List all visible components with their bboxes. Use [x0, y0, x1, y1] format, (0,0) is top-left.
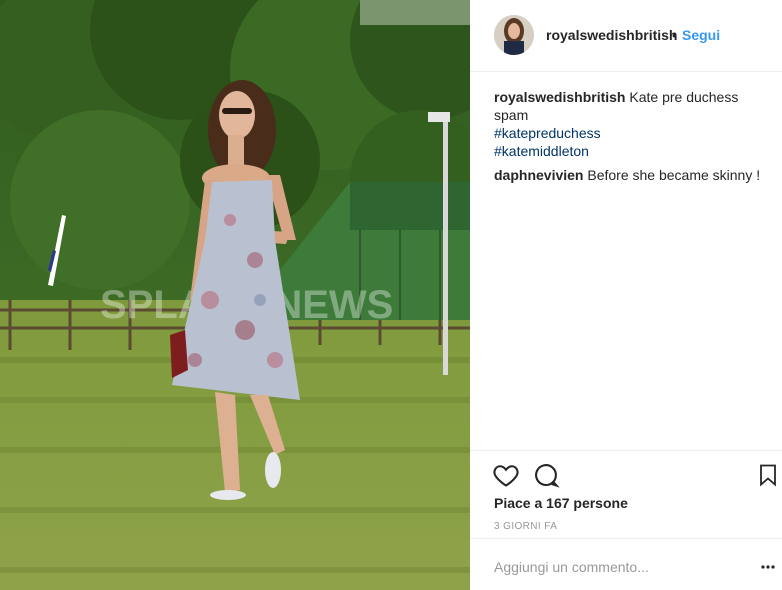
comment-item: daphnevivien Before she became skinny !	[494, 166, 770, 184]
post-username[interactable]: royalswedishbritish	[546, 27, 677, 43]
comment-input[interactable]	[494, 557, 734, 577]
hashtag-link[interactable]: #katepreduchess	[494, 124, 770, 142]
comment-bubble-icon[interactable]	[532, 461, 560, 489]
heart-icon[interactable]	[492, 461, 520, 489]
comment-username[interactable]: daphnevivien	[494, 167, 583, 183]
photo-image: SPLASH NEWS	[0, 0, 470, 590]
post-header: royalswedishbritish • Segui	[470, 0, 782, 72]
more-options-icon[interactable]	[760, 559, 776, 575]
post-photo[interactable]: SPLASH NEWS	[0, 0, 470, 590]
bookmark-icon[interactable]	[756, 461, 782, 489]
comment-username[interactable]: royalswedishbritish	[494, 89, 625, 105]
add-comment-bar	[470, 538, 782, 590]
post-timestamp: 3 GIORNI FA	[494, 521, 558, 532]
hashtag-link[interactable]: #katemiddleton	[494, 142, 770, 160]
post-side-panel: royalswedishbritish • Segui royalswedish…	[470, 0, 782, 590]
comment-text: Before she became skinny !	[587, 167, 761, 183]
likes-count[interactable]: Piace a 167 persone	[494, 495, 628, 511]
avatar-image	[494, 15, 534, 55]
avatar[interactable]	[494, 15, 534, 55]
follow-button[interactable]: Segui	[682, 27, 720, 43]
comment-caption: royalswedishbritish Kate pre duchess spa…	[494, 88, 770, 160]
comments-list: royalswedishbritish Kate pre duchess spa…	[494, 88, 770, 190]
separator-dot: •	[672, 27, 677, 43]
